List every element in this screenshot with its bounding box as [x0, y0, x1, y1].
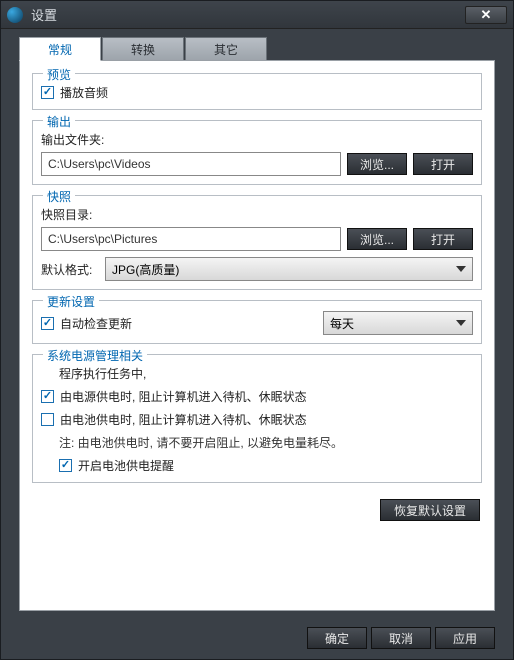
snapshot-browse-button[interactable]: 浏览...: [347, 228, 407, 250]
apply-button[interactable]: 应用: [435, 627, 495, 649]
settings-window: 设置 ✕ 常规 转换 其它 预览 播放音频 输出 输出文件夹: 浏览... 打开…: [0, 0, 514, 660]
snapshot-open-button[interactable]: 打开: [413, 228, 473, 250]
power-group: 系统电源管理相关 程序执行任务中, 由电源供电时, 阻止计算机进入待机、休眠状态…: [32, 354, 482, 483]
ok-button[interactable]: 确定: [307, 627, 367, 649]
update-group: 更新设置 自动检查更新 每天: [32, 300, 482, 344]
snapshot-group: 快照 快照目录: 浏览... 打开 默认格式: JPG(高质量): [32, 195, 482, 290]
power-ac-checkbox[interactable]: [41, 390, 54, 403]
output-legend: 输出: [43, 113, 75, 130]
snapshot-dir-label: 快照目录:: [41, 206, 473, 223]
restore-defaults-button[interactable]: 恢复默认设置: [380, 499, 480, 521]
chevron-down-icon: [456, 320, 466, 326]
snapshot-format-select[interactable]: JPG(高质量): [105, 257, 473, 281]
tab-other[interactable]: 其它: [185, 37, 267, 61]
snapshot-dir-input[interactable]: [41, 227, 341, 251]
app-icon: [7, 7, 23, 23]
update-interval-select[interactable]: 每天: [323, 311, 473, 335]
tab-convert[interactable]: 转换: [102, 37, 184, 61]
chevron-down-icon: [456, 266, 466, 272]
power-running-label: 程序执行任务中,: [59, 365, 146, 382]
power-battery-label: 由电池供电时, 阻止计算机进入待机、休眠状态: [60, 411, 307, 428]
power-ac-label: 由电源供电时, 阻止计算机进入待机、休眠状态: [60, 388, 307, 405]
output-folder-input[interactable]: [41, 152, 341, 176]
update-interval-value: 每天: [330, 315, 354, 332]
preview-group: 预览 播放音频: [32, 73, 482, 110]
auto-check-checkbox[interactable]: [41, 317, 54, 330]
play-audio-label: 播放音频: [60, 84, 108, 101]
output-open-button[interactable]: 打开: [413, 153, 473, 175]
update-legend: 更新设置: [43, 293, 99, 310]
play-audio-checkbox[interactable]: [41, 86, 54, 99]
snapshot-format-label: 默认格式:: [41, 261, 99, 278]
footer: 确定 取消 应用: [1, 619, 513, 659]
power-battery-checkbox[interactable]: [41, 413, 54, 426]
snapshot-legend: 快照: [43, 188, 75, 205]
power-note: 注: 由电池供电时, 请不要开启阻止, 以避免电量耗尽。: [59, 434, 343, 451]
snapshot-format-value: JPG(高质量): [112, 261, 179, 278]
close-button[interactable]: ✕: [465, 6, 507, 24]
cancel-button[interactable]: 取消: [371, 627, 431, 649]
tab-content: 预览 播放音频 输出 输出文件夹: 浏览... 打开 快照 快照目录: 浏览..…: [19, 60, 495, 611]
output-group: 输出 输出文件夹: 浏览... 打开: [32, 120, 482, 185]
tab-bar: 常规 转换 其它: [1, 29, 513, 61]
power-reminder-label: 开启电池供电提醒: [78, 457, 174, 474]
preview-legend: 预览: [43, 66, 75, 83]
power-reminder-checkbox[interactable]: [59, 459, 72, 472]
power-legend: 系统电源管理相关: [43, 347, 147, 364]
titlebar: 设置 ✕: [1, 1, 513, 29]
auto-check-label: 自动检查更新: [60, 315, 132, 332]
tab-general[interactable]: 常规: [19, 37, 101, 61]
output-browse-button[interactable]: 浏览...: [347, 153, 407, 175]
output-folder-label: 输出文件夹:: [41, 131, 473, 148]
window-title: 设置: [31, 5, 57, 24]
